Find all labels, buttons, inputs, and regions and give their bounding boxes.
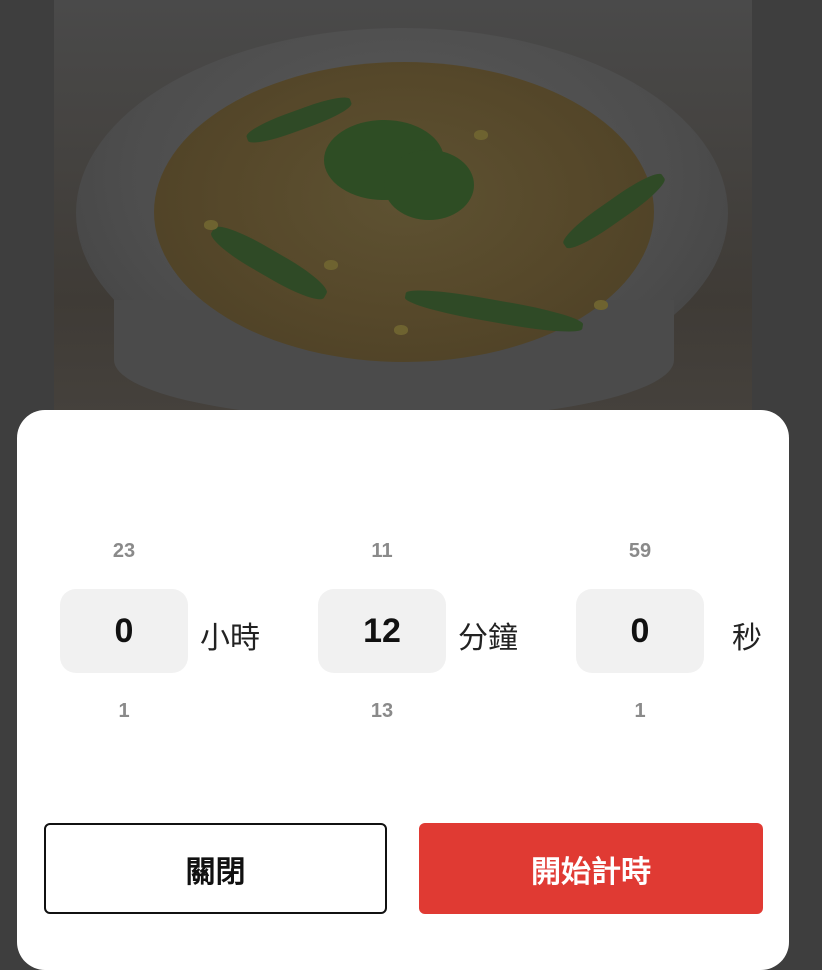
cilantro-garnish [384,150,474,220]
corn-kernel [474,130,488,140]
seconds-prev-value[interactable]: 59 [576,540,704,563]
hours-unit-label: 小時 [200,621,260,656]
close-button[interactable]: 關閉 [44,823,387,914]
corn-kernel [324,260,338,270]
seconds-unit-label: 秒 [732,621,762,656]
seconds-selected-value[interactable]: 0 [576,589,704,673]
hours-selected-value[interactable]: 0 [60,589,188,673]
hours-prev-value[interactable]: 23 [60,540,188,563]
seconds-next-value[interactable]: 1 [576,700,704,723]
corn-kernel [204,220,218,230]
hours-next-value[interactable]: 1 [60,700,188,723]
minutes-prev-value[interactable]: 11 [318,540,446,563]
start-timer-button[interactable]: 開始計時 [419,823,763,914]
corn-kernel [594,300,608,310]
minutes-unit-label: 分鐘 [458,621,518,656]
timer-picker-sheet: 23 0 小時 1 11 12 分鐘 13 59 0 秒 1 關閉 開始計時 [17,410,789,970]
recipe-photo [54,0,752,430]
minutes-selected-value[interactable]: 12 [318,589,446,673]
corn-kernel [394,325,408,335]
minutes-next-value[interactable]: 13 [318,700,446,723]
